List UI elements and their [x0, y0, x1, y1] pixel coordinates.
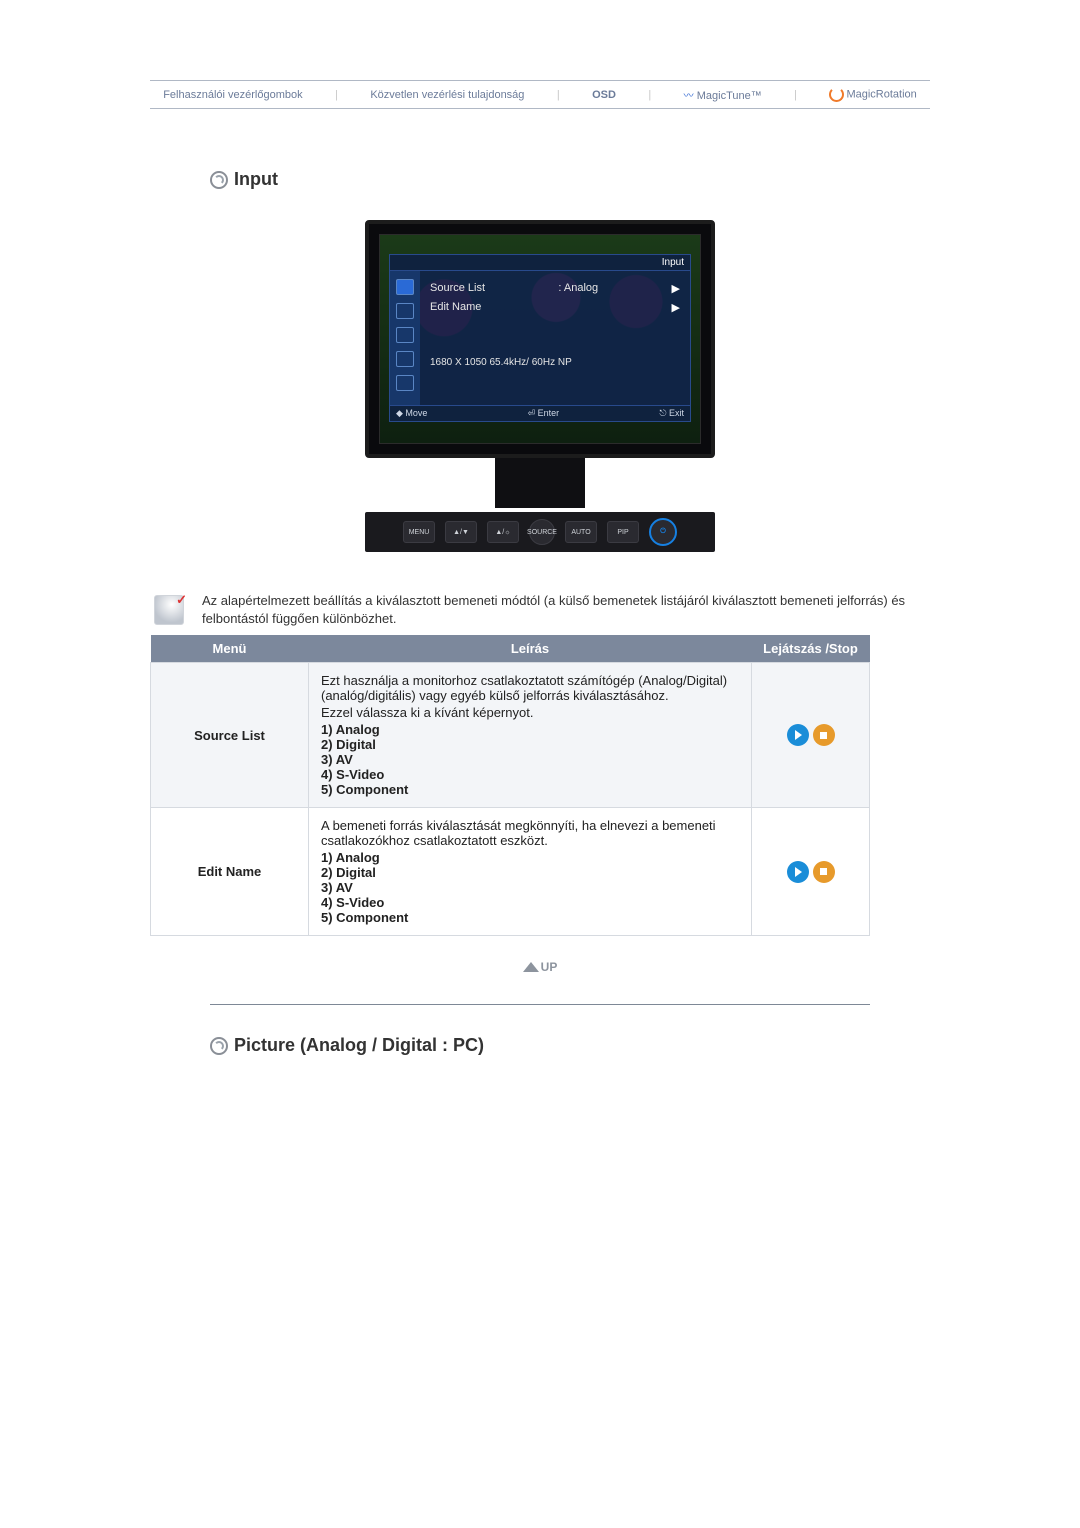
- osd-side-icon: [396, 303, 414, 319]
- section-divider: [210, 1004, 870, 1005]
- swirl-icon: [829, 87, 844, 102]
- col-header-desc: Leírás: [309, 635, 752, 663]
- osd-row-value: : Analog: [558, 282, 598, 295]
- stop-button[interactable]: [813, 861, 835, 883]
- monitor-auto-button[interactable]: AUTO: [565, 521, 597, 543]
- nav-separator: |: [551, 89, 566, 101]
- col-header-menu: Menü: [151, 635, 309, 663]
- nav-item[interactable]: Felhasználói vezérlőgombok: [163, 89, 302, 101]
- monitor-source-button[interactable]: SOURCE: [529, 519, 555, 545]
- arrow-icon: ▶: [672, 282, 680, 295]
- osd-panel: Input Source List: [389, 254, 691, 422]
- section-title: Input: [234, 169, 278, 190]
- table-row: Source List Ezt használja a monitorhoz c…: [151, 663, 870, 808]
- osd-title: Input: [662, 257, 684, 268]
- stop-button[interactable]: [813, 724, 835, 746]
- intro-paragraph: Az alapértelmezett beállítás a kiválaszt…: [202, 592, 926, 627]
- osd-sidebar: [390, 271, 420, 405]
- nav-item-magictune[interactable]: 〰 MagicTune™: [684, 87, 762, 102]
- bullet-icon: [210, 171, 228, 189]
- nav-separator: |: [329, 89, 344, 101]
- nav-item-osd[interactable]: OSD: [592, 89, 616, 101]
- osd-row-label: Source List: [430, 282, 485, 295]
- osd-side-icon: [396, 351, 414, 367]
- osd-foot-move: ◆ Move: [396, 408, 427, 419]
- osd-side-icon: [396, 375, 414, 391]
- menu-cell: Edit Name: [151, 808, 309, 936]
- swoosh-icon: 〰: [684, 91, 694, 102]
- nav-separator: |: [788, 89, 803, 101]
- menu-table: Menü Leírás Lejátszás /Stop Source List …: [150, 635, 870, 936]
- play-button[interactable]: [787, 861, 809, 883]
- desc-cell: Ezt használja a monitorhoz csatlakoztato…: [309, 663, 752, 808]
- monitor-updown-button[interactable]: ▲/▼: [445, 521, 477, 543]
- monitor-bright-button[interactable]: ▲/☼: [487, 521, 519, 543]
- osd-side-icon: [396, 327, 414, 343]
- nav-item-magicrotation[interactable]: MagicRotation: [829, 87, 916, 102]
- monitor-menu-button[interactable]: MENU: [403, 521, 435, 543]
- section-title: Picture (Analog / Digital : PC): [234, 1035, 484, 1056]
- monitor-power-button[interactable]: ⏻: [649, 518, 677, 546]
- col-header-play: Lejátszás /Stop: [752, 635, 870, 663]
- osd-side-icon: [396, 279, 414, 295]
- desc-cell: A bemeneti forrás kiválasztását megkönny…: [309, 808, 752, 936]
- osd-foot-exit: ⎋ Exit: [659, 408, 684, 419]
- note-icon: [154, 595, 184, 625]
- table-row: Edit Name A bemeneti forrás kiválasztásá…: [151, 808, 870, 936]
- section-heading-input: Input: [210, 169, 870, 190]
- top-nav: Felhasználói vezérlőgombok | Közvetlen v…: [150, 80, 930, 109]
- playstop-cell: [752, 808, 870, 936]
- nav-item[interactable]: Közvetlen vezérlési tulajdonság: [370, 89, 524, 101]
- nav-separator: |: [642, 89, 657, 101]
- monitor-pip-button[interactable]: PIP: [607, 521, 639, 543]
- arrow-icon: ▶: [672, 301, 680, 314]
- playstop-cell: [752, 663, 870, 808]
- play-button[interactable]: [787, 724, 809, 746]
- back-to-top-button[interactable]: UP: [523, 960, 558, 974]
- menu-cell: Source List: [151, 663, 309, 808]
- monitor-illustration: Input Source List: [365, 220, 715, 552]
- osd-resolution: 1680 X 1050 65.4kHz/ 60Hz NP: [430, 357, 680, 368]
- section-heading-picture: Picture (Analog / Digital : PC): [210, 1035, 870, 1056]
- monitor-button-bar: MENU ▲/▼ ▲/☼ SOURCE AUTO PIP ⏻: [365, 512, 715, 552]
- bullet-icon: [210, 1037, 228, 1055]
- osd-foot-enter: ⏎ Enter: [528, 408, 560, 419]
- osd-row-label: Edit Name: [430, 301, 481, 314]
